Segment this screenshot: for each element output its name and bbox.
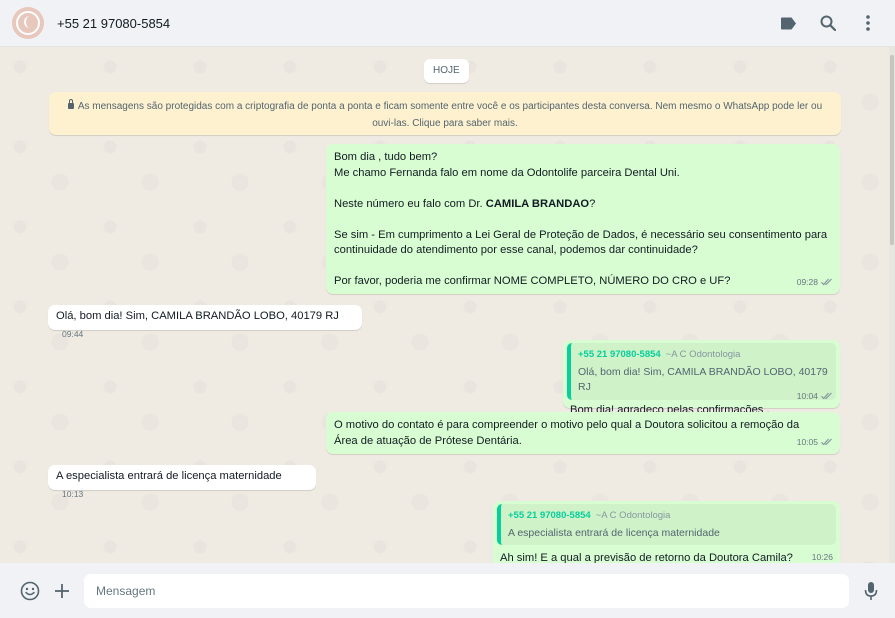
message-time: 09:28 bbox=[796, 276, 818, 287]
avatar[interactable] bbox=[12, 7, 44, 39]
encryption-notice[interactable]: As mensagens são protegidas com a cripto… bbox=[49, 92, 841, 135]
message-text: Olá, bom dia! Sim, CAMILA BRANDÃO LOBO, … bbox=[56, 310, 339, 322]
quote-pushname: ~A C Odontologia bbox=[665, 349, 741, 360]
message-text bbox=[334, 181, 833, 197]
scrollbar[interactable] bbox=[889, 47, 895, 563]
label-icon[interactable] bbox=[777, 12, 799, 34]
quote-author: +55 21 97080-5854 bbox=[508, 510, 591, 521]
scrollbar-thumb[interactable] bbox=[890, 55, 894, 245]
message-text: Se sim - Em cumprimento a Lei Geral de P… bbox=[334, 228, 828, 241]
plus-icon[interactable] bbox=[50, 579, 74, 603]
message-text: Área de atuação de Prótese Dentária. bbox=[334, 434, 522, 447]
message-outgoing-reply[interactable]: +55 21 97080-5854 ~A C Odontologia A espe… bbox=[493, 501, 840, 563]
search-icon[interactable] bbox=[817, 12, 839, 34]
quoted-message[interactable]: +55 21 97080-5854 ~A C Odontologia A espe… bbox=[497, 504, 836, 545]
message-incoming[interactable]: Olá, bom dia! Sim, CAMILA BRANDÃO LOBO, … bbox=[48, 305, 362, 339]
bold-name: CAMILA BRANDAO bbox=[485, 197, 590, 210]
message-meta: 10:05 bbox=[797, 435, 833, 451]
message-meta: 10:26 bbox=[812, 550, 833, 564]
quote-pushname: ~A C Odontologia bbox=[595, 510, 671, 521]
message-text: Ah sim! E a qual a previsão de retorno d… bbox=[500, 552, 793, 563]
double-check-icon bbox=[821, 392, 832, 400]
message-time: 09:44 bbox=[62, 328, 84, 339]
emoji-icon[interactable] bbox=[18, 579, 42, 603]
lock-icon bbox=[67, 99, 74, 109]
composer-bar bbox=[0, 563, 895, 618]
microphone-icon[interactable] bbox=[859, 579, 883, 603]
message-text bbox=[334, 212, 833, 228]
message-meta: 10:04 bbox=[797, 389, 833, 405]
message-text: O motivo do contato é para compreender o… bbox=[334, 419, 800, 431]
message-text bbox=[334, 259, 833, 275]
message-text: continuidade do atendimento por esse can… bbox=[334, 244, 698, 256]
quote-author: +55 21 97080-5854 bbox=[578, 349, 661, 360]
quoted-message[interactable]: +55 21 97080-5854 ~A C Odontologia Olá, b… bbox=[567, 343, 836, 400]
contact-name[interactable]: +55 21 97080-5854 bbox=[57, 16, 170, 31]
message-text: Neste número eu falo com Dr. CAMILA BRAN… bbox=[334, 197, 596, 210]
double-check-icon bbox=[821, 278, 832, 286]
message-text: Por favor, poderia me confirmar NOME COM… bbox=[334, 275, 731, 287]
quote-text: Olá, bom dia! Sim, CAMILA BRANDÃO LOBO, … bbox=[578, 365, 828, 394]
message-incoming[interactable]: A especialista entrará de licença matern… bbox=[48, 465, 316, 499]
message-time: 10:13 bbox=[62, 488, 84, 499]
date-separator: HOJE bbox=[424, 59, 469, 83]
message-list[interactable]: HOJE As mensagens são protegidas com a c… bbox=[0, 47, 889, 563]
chat-header: +55 21 97080-5854 bbox=[0, 0, 895, 47]
message-meta: 09:28 bbox=[797, 275, 833, 291]
message-text: Me chamo Fernanda falo em nome da Odonto… bbox=[334, 166, 680, 179]
double-check-icon bbox=[821, 438, 832, 446]
message-input[interactable] bbox=[84, 573, 849, 608]
message-text: Bom dia , tudo bem? bbox=[334, 151, 438, 163]
message-time: 10:05 bbox=[796, 436, 818, 447]
message-outgoing[interactable]: O motivo do contato é para compreender o… bbox=[326, 412, 840, 454]
message-text: A especialista entrará de licença matern… bbox=[56, 470, 282, 482]
message-outgoing-reply[interactable]: +55 21 97080-5854 ~A C Odontologia Olá, b… bbox=[563, 340, 840, 416]
message-outgoing[interactable]: Bom dia , tudo bem? Me chamo Fernanda fa… bbox=[326, 144, 840, 294]
message-time: 10:26 bbox=[811, 551, 833, 562]
header-actions bbox=[777, 12, 879, 34]
quote-text: A especialista entrará de licença matern… bbox=[508, 526, 720, 539]
menu-icon[interactable] bbox=[857, 12, 879, 34]
message-time: 10:04 bbox=[796, 390, 818, 401]
